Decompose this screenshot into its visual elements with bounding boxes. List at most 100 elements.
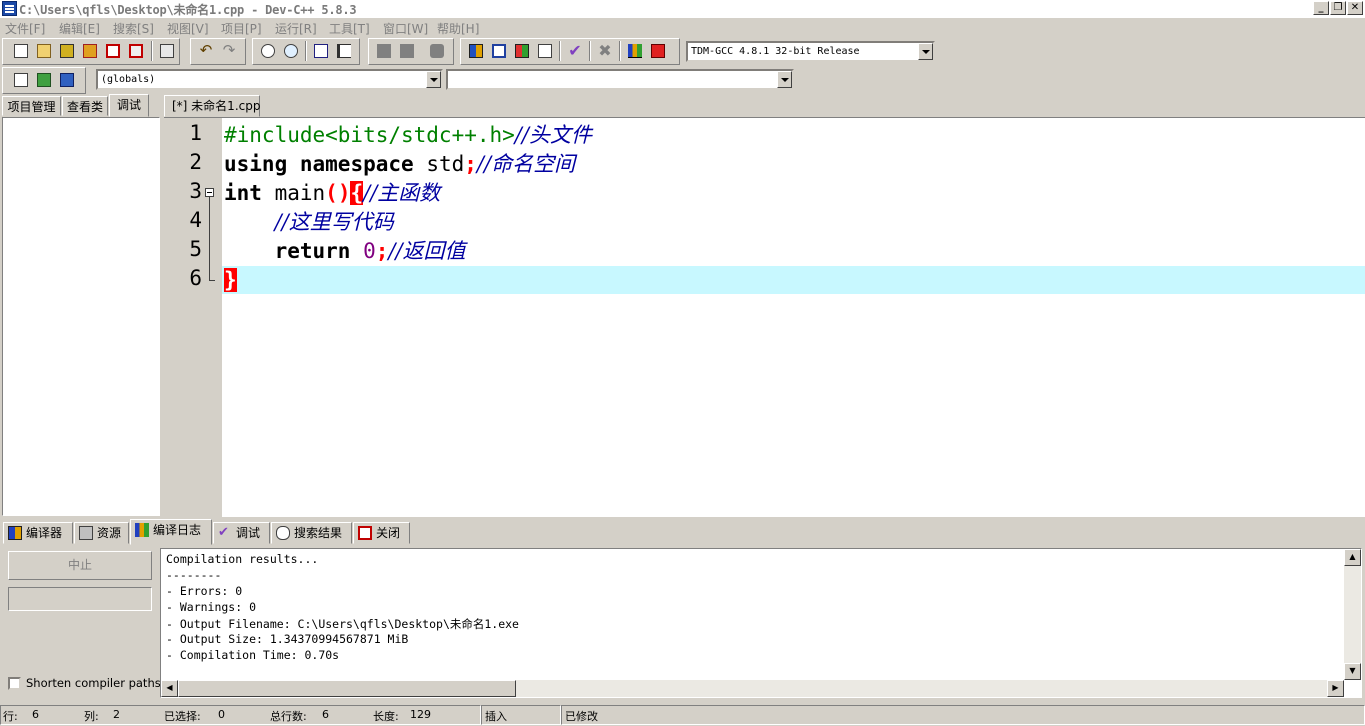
- compile-icon: [469, 44, 483, 58]
- menu-edit[interactable]: 编辑[E]: [59, 20, 100, 37]
- menu-search[interactable]: 搜索[S]: [113, 20, 154, 37]
- save-button[interactable]: [57, 41, 77, 61]
- print-button[interactable]: [157, 41, 177, 61]
- tab-compiler[interactable]: 编译器: [3, 522, 73, 544]
- log-horizontal-scrollbar[interactable]: ◀ ▶: [161, 680, 1344, 697]
- close-all-icon: [129, 44, 143, 58]
- menu-project[interactable]: 项目[P]: [221, 20, 262, 37]
- tab-compile-log[interactable]: 编译日志: [130, 519, 212, 545]
- scroll-thumb[interactable]: [178, 680, 516, 697]
- remove-from-project-button[interactable]: [397, 41, 417, 61]
- profile-button[interactable]: [625, 41, 645, 61]
- toggle-bookmark-button[interactable]: [34, 70, 54, 90]
- minimize-button[interactable]: _: [1313, 1, 1329, 15]
- close-button[interactable]: ✕: [1347, 1, 1363, 15]
- left-panel-content[interactable]: [2, 117, 160, 516]
- file-toolbar: [2, 38, 180, 65]
- tab-close[interactable]: 关闭: [353, 522, 410, 544]
- symbol: ;: [464, 152, 477, 176]
- compile-button[interactable]: [466, 41, 486, 61]
- insert-button[interactable]: [11, 70, 31, 90]
- scope-select[interactable]: (globals): [96, 69, 443, 90]
- devcpp-app-icon: [2, 1, 17, 16]
- scroll-left-arrow-icon[interactable]: ◀: [161, 680, 178, 697]
- menu-view[interactable]: 视图[V]: [167, 20, 209, 37]
- tab-project-manager[interactable]: 项目管理: [2, 96, 61, 116]
- redo-icon: ↷: [222, 41, 236, 59]
- close-file-button[interactable]: [103, 41, 123, 61]
- open-file-button[interactable]: [34, 41, 54, 61]
- toolbar-separator: [589, 41, 591, 61]
- save-all-button[interactable]: [80, 41, 100, 61]
- number-literal: 0: [363, 239, 376, 263]
- chevron-down-icon[interactable]: [426, 71, 441, 88]
- shorten-paths-checkbox[interactable]: [8, 677, 21, 690]
- total-lines-label: 总行数:: [270, 710, 307, 723]
- restore-button[interactable]: ❐: [1330, 1, 1346, 15]
- run-button[interactable]: [489, 41, 509, 61]
- tab-label: 搜索结果: [294, 526, 343, 540]
- menu-window[interactable]: 窗口[W]: [383, 20, 428, 37]
- add-to-project-button[interactable]: [374, 41, 394, 61]
- resources-icon: [79, 526, 93, 540]
- undo-icon: ↶: [199, 41, 213, 59]
- chevron-down-icon[interactable]: [777, 71, 792, 88]
- syntax-check-button[interactable]: ✔: [565, 41, 585, 61]
- delete-profile-button[interactable]: [648, 41, 668, 61]
- line-number: 2: [189, 150, 202, 174]
- tab-resources[interactable]: 资源: [74, 522, 129, 544]
- project-options-button[interactable]: [427, 41, 447, 61]
- file-tab[interactable]: [*] 未命名1.cpp: [164, 95, 260, 117]
- compiler-select[interactable]: TDM-GCC 4.8.1 32-bit Release: [686, 41, 935, 62]
- insert-icon: [14, 73, 28, 87]
- replace-button[interactable]: [281, 41, 301, 61]
- compile-log[interactable]: Compilation results... -------- - Errors…: [160, 548, 1362, 698]
- line-number: 1: [189, 121, 202, 145]
- scroll-right-arrow-icon[interactable]: ▶: [1327, 680, 1344, 697]
- find-button[interactable]: [258, 41, 278, 61]
- status-panel: [0, 705, 481, 725]
- tab-debug[interactable]: 调试: [109, 94, 149, 117]
- matched-brace: {: [350, 181, 364, 205]
- replace-icon: [284, 44, 298, 58]
- undo-button[interactable]: ↶: [196, 41, 216, 61]
- search-toolbar: [252, 38, 360, 65]
- menu-run[interactable]: 运行[R]: [275, 20, 317, 37]
- code-editor[interactable]: 1 2 3 4 5 6 #include<bits/stdc++.h>//头文件…: [164, 117, 1365, 517]
- tab-debug-output[interactable]: ✔ 调试: [213, 522, 270, 544]
- code-line-5: return 0;//返回值: [224, 237, 466, 265]
- length-label: 长度:: [373, 710, 399, 723]
- log-vertical-scrollbar[interactable]: ▲ ▼: [1344, 549, 1361, 680]
- tab-search-results[interactable]: 搜索结果: [271, 522, 352, 544]
- stop-execution-button[interactable]: ✖: [595, 41, 615, 61]
- goto-line-button[interactable]: [311, 41, 331, 61]
- new-file-button[interactable]: [11, 41, 31, 61]
- tab-label: 编译日志: [153, 523, 202, 537]
- edit-toolbar: ↶ ↷: [190, 38, 246, 65]
- chevron-down-icon[interactable]: [918, 43, 933, 60]
- compile-run-button[interactable]: [512, 41, 532, 61]
- tab-class-view[interactable]: 查看类: [62, 96, 108, 116]
- bookmark-icon: [37, 73, 51, 87]
- rebuild-icon: [538, 44, 552, 58]
- close-all-button[interactable]: [126, 41, 146, 61]
- scroll-up-arrow-icon[interactable]: ▲: [1344, 549, 1361, 566]
- scroll-down-arrow-icon[interactable]: ▼: [1344, 663, 1361, 680]
- log-line: --------: [166, 568, 222, 582]
- function-select[interactable]: [446, 69, 794, 90]
- menu-help[interactable]: 帮助[H]: [437, 20, 479, 37]
- symbol: ;: [375, 239, 389, 263]
- menu-file[interactable]: 文件[F]: [5, 20, 45, 37]
- indent-button[interactable]: [334, 41, 354, 61]
- goto-bookmark-button[interactable]: [57, 70, 77, 90]
- log-line: - Output Size: 1.34370994567871 MiB: [166, 632, 409, 646]
- comment: //主函数: [363, 181, 441, 205]
- redo-button[interactable]: ↷: [219, 41, 239, 61]
- fold-line: [209, 197, 210, 281]
- tab-label: 关闭: [376, 526, 401, 540]
- abort-button[interactable]: 中止: [8, 551, 152, 580]
- fold-toggle[interactable]: [205, 188, 214, 197]
- rebuild-all-button[interactable]: [535, 41, 555, 61]
- menu-tools[interactable]: 工具[T]: [329, 20, 370, 37]
- fold-end: [209, 280, 215, 281]
